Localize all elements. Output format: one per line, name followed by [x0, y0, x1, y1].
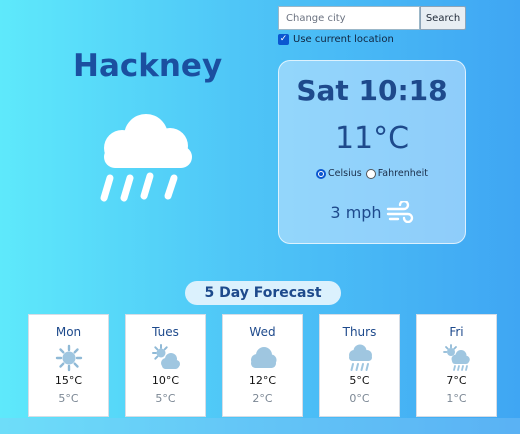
bottom-band [0, 418, 520, 434]
fahrenheit-label: Fahrenheit [377, 168, 428, 179]
current-temperature: 11°C [334, 121, 410, 156]
current-location-toggle[interactable]: ✓ Use current location [278, 34, 394, 45]
forecast-day-name: Wed [249, 325, 276, 339]
forecast-day-name: Tues [152, 325, 179, 339]
celsius-label: Celsius [328, 168, 362, 179]
current-location-label: Use current location [293, 34, 394, 45]
forecast-day-name: Mon [55, 325, 82, 339]
forecast-low: 2°C [252, 392, 273, 405]
unit-selector: Celsius Fahrenheit [279, 168, 465, 179]
forecast-high: 10°C [151, 374, 180, 387]
forecast-day-fri: Fri 7°C 1°C [416, 314, 497, 417]
forecast-day-name: Fri [449, 325, 464, 339]
city-name: Hackney [73, 48, 223, 84]
celsius-radio[interactable] [316, 168, 327, 179]
fahrenheit-radio[interactable] [365, 168, 376, 179]
current-datetime: Sat 10:18 [296, 74, 448, 107]
current-location-checkbox[interactable]: ✓ [278, 34, 289, 45]
celsius-option[interactable]: Celsius [316, 168, 362, 179]
city-search-input[interactable] [278, 6, 420, 30]
forecast-day-name: Thurs [342, 325, 377, 339]
forecast-low: 5°C [155, 392, 176, 405]
wind-icon [386, 201, 413, 223]
forecast-day-mon: Mon 15°C 5°C [28, 314, 109, 417]
forecast-day-wed: Wed 12°C 2°C [222, 314, 303, 417]
current-weather-card: Sat 10:18 11°C Celsius Fahrenheit 3 mph [278, 60, 466, 244]
forecast-day-thurs: Thurs 5°C 0°C [319, 314, 400, 417]
forecast-high: 15°C [54, 374, 83, 387]
search-bar: Search [278, 6, 466, 30]
forecast-day-tues: Tues 10°C 5°C [125, 314, 206, 417]
forecast-low: 1°C [446, 392, 467, 405]
forecast-title: 5 Day Forecast [185, 281, 341, 305]
forecast-high: 12°C [248, 374, 277, 387]
forecast-low: 5°C [58, 392, 79, 405]
rain-cloud-icon [348, 344, 372, 371]
forecast-high: 5°C [349, 374, 370, 387]
sun-rain-cloud-icon [442, 344, 470, 371]
forecast-low: 0°C [349, 392, 370, 405]
search-button[interactable]: Search [420, 6, 466, 30]
sun-icon [55, 344, 82, 372]
cloud-icon [250, 347, 276, 368]
rain-cloud-icon [100, 114, 192, 202]
forecast-list: Mon 15°C 5°C Tues 10°C 5°C Wed 12°C 2°C … [28, 314, 497, 417]
wind-speed-value: 3 mph [330, 202, 382, 222]
fahrenheit-option[interactable]: Fahrenheit [365, 168, 428, 179]
forecast-high: 7°C [446, 374, 467, 387]
wind-speed: 3 mph [279, 201, 465, 223]
sun-cloud-icon [151, 344, 180, 369]
